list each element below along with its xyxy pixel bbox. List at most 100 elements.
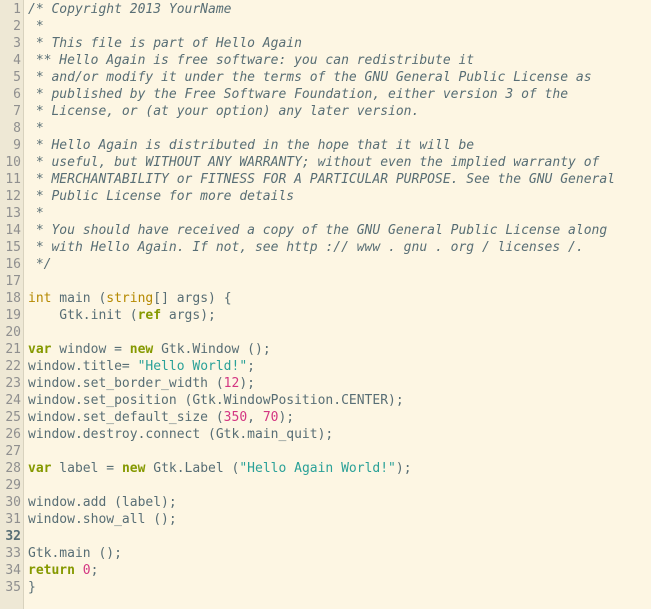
code-token-comment: * MERCHANTABILITY or FITNESS FOR A PARTI… [28,172,615,187]
code-line[interactable]: * You should have received a copy of the… [28,222,651,239]
code-token-plain: window.set_position (Gtk.WindowPosition.… [28,393,404,408]
code-line[interactable]: */ [28,256,651,273]
line-number: 10 [5,155,21,170]
code-line[interactable]: window.set_default_size (350, 70); [28,409,651,426]
code-line[interactable]: * License, or (at your option) any later… [28,103,651,120]
code-token-comment: * This file is part of Hello Again [28,36,302,51]
code-token-comment: * published by the Free Software Foundat… [28,87,569,102]
code-token-plain: , [247,410,263,425]
code-token-plain: ); [278,410,295,425]
code-line[interactable]: window.set_position (Gtk.WindowPosition.… [28,392,651,409]
line-number: 12 [5,189,21,204]
line-number: 33 [5,546,21,561]
code-token-comment: * [28,19,44,34]
code-line[interactable]: var label = new Gtk.Label ("Hello Again … [28,460,651,477]
code-line[interactable]: * with Hello Again. If not, see http ://… [28,239,651,256]
code-token-comment: * [28,121,44,136]
code-line[interactable]: Gtk.init (ref args); [28,307,651,324]
line-number: 24 [5,393,21,408]
code-token-plain: Gtk.init ( [28,308,138,323]
code-token-number: 12 [223,376,240,391]
line-number: 17 [5,274,21,289]
line-number: 26 [5,427,21,442]
code-token-plain: window.set_default_size ( [28,410,224,425]
code-token-type: string [106,291,154,306]
code-token-comment: * with Hello Again. If not, see http ://… [28,240,584,255]
code-line[interactable] [28,477,651,494]
code-line[interactable]: window.set_border_width (12); [28,375,651,392]
code-token-number: 0 [82,563,91,578]
code-line[interactable] [28,443,651,460]
line-number: 16 [5,257,21,272]
code-line[interactable]: ** Hello Again is free software: you can… [28,52,651,69]
code-token-comment: * You should have received a copy of the… [28,223,608,238]
code-line[interactable]: return 0; [28,562,651,579]
code-line[interactable]: * useful, but WITHOUT ANY WARRANTY; with… [28,154,651,171]
line-number: 32 [5,529,21,544]
line-number: 18 [5,291,21,306]
code-line[interactable]: window.destroy.connect (Gtk.main_quit); [28,426,651,443]
code-line[interactable]: Gtk.main (); [28,545,651,562]
code-token-comment: * and/or modify it under the terms of th… [28,70,592,85]
code-token-number: 350 [223,410,248,425]
code-token-plain: ; [247,359,255,374]
code-line[interactable]: * [28,205,651,222]
line-number: 31 [5,512,21,527]
code-line[interactable]: * [28,18,651,35]
code-line[interactable]: * [28,120,651,137]
line-number: 5 [13,70,21,85]
line-number: 9 [13,138,21,153]
code-line[interactable]: * published by the Free Software Foundat… [28,86,651,103]
line-number: 14 [5,223,21,238]
code-token-plain: window.set_border_width ( [28,376,224,391]
code-token-keyword: new [129,342,154,357]
line-number: 25 [5,410,21,425]
code-line[interactable]: * MERCHANTABILITY or FITNESS FOR A PARTI… [28,171,651,188]
code-line[interactable]: window.title= "Hello World!"; [28,358,651,375]
code-token-comment: * useful, but WITHOUT ANY WARRANTY; with… [28,155,600,170]
line-number: 30 [5,495,21,510]
code-token-plain: window.show_all (); [28,512,177,527]
line-number: 1 [13,2,21,17]
code-token-plain: window.destroy.connect (Gtk.main_quit); [28,427,334,442]
code-text-area[interactable]: /* Copyright 2013 YourName * * This file… [24,0,651,609]
line-number: 11 [5,172,21,187]
code-line[interactable]: /* Copyright 2013 YourName [28,1,651,18]
code-line[interactable]: * Hello Again is distributed in the hope… [28,137,651,154]
code-editor[interactable]: 1 2 3 4 5 6 7 8 9 10 11 12 13 14 15 16 17 18 19 20 21 22 23 24 2… [0,0,651,609]
line-number: 35 [5,580,21,595]
code-token-plain: Gtk.Label ( [145,461,240,476]
line-number: 8 [13,121,21,136]
code-line[interactable]: window.add (label); [28,494,651,511]
line-number: 7 [13,104,21,119]
code-token-type: int [28,291,52,306]
line-number: 29 [5,478,21,493]
line-number: 34 [5,563,21,578]
code-token-plain: ; [90,563,99,578]
code-line[interactable]: * Public License for more details [28,188,651,205]
line-number: 19 [5,308,21,323]
code-token-comment: * [28,206,44,221]
code-token-plain: Gtk.Window (); [153,342,271,357]
line-number: 23 [5,376,21,391]
code-token-keyword: var [28,342,52,357]
code-line[interactable] [28,324,651,341]
code-line[interactable]: * This file is part of Hello Again [28,35,651,52]
code-line[interactable]: * and/or modify it under the terms of th… [28,69,651,86]
code-line[interactable] [28,273,651,290]
code-token-comment: * Public License for more details [28,189,295,204]
line-number: 20 [5,325,21,340]
code-token-comment: /* Copyright 2013 YourName [28,2,232,17]
line-number: 4 [13,53,21,68]
line-number: 13 [5,206,21,221]
code-token-comment: * Hello Again is distributed in the hope… [28,138,475,153]
code-token-plain: Gtk.main (); [28,546,122,561]
code-token-plain: } [28,580,36,595]
line-number-gutter[interactable]: 1 2 3 4 5 6 7 8 9 10 11 12 13 14 15 16 17 18 19 20 21 22 23 24 2… [0,0,24,609]
code-line[interactable]: } [28,579,651,596]
code-line[interactable]: int main (string[] args) { [28,290,651,307]
code-line[interactable]: var window = new Gtk.Window (); [28,341,651,358]
code-line[interactable] [28,528,651,545]
code-line[interactable]: window.show_all (); [28,511,651,528]
